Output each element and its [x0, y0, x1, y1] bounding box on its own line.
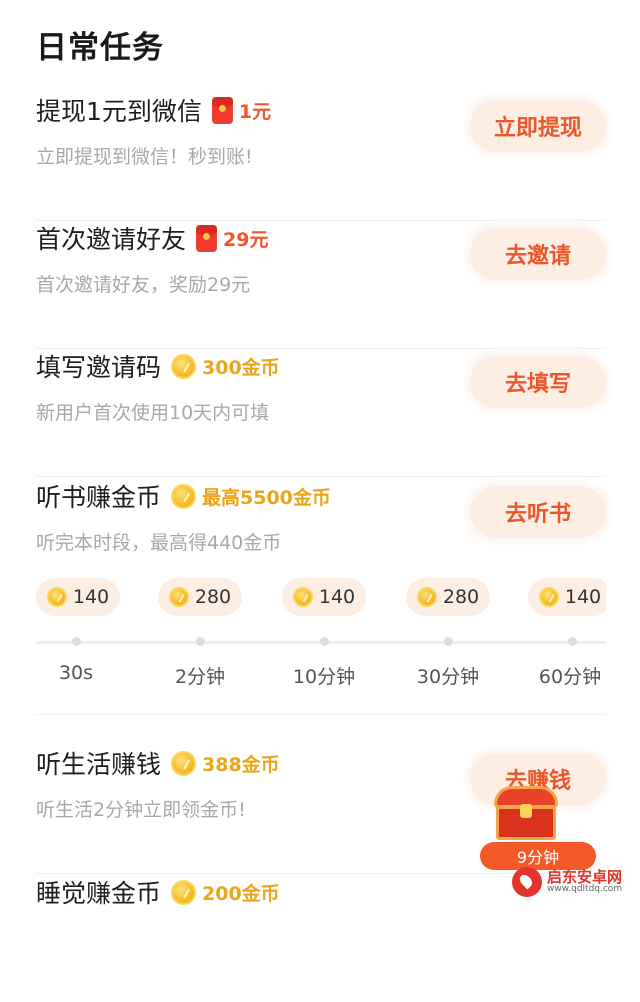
- task-reward-text: 200金币: [202, 882, 280, 905]
- gold-coin-icon: [171, 483, 197, 509]
- timeline-dot: [72, 637, 81, 646]
- task-title: 听书赚金币: [36, 483, 162, 512]
- timeline-coins: 140: [72, 586, 110, 608]
- task-title: 提现1元到微信: [36, 97, 202, 126]
- timeline-coins: 140: [564, 586, 602, 608]
- listen-reward-timeline: 140 30s 280 2分钟 140 10分钟 280 30分钟 140 60…: [36, 574, 606, 715]
- gold-coin-icon: [171, 750, 197, 776]
- task-reward: 29元: [196, 224, 269, 252]
- task-reward-text: 29元: [223, 228, 269, 251]
- task-title: 填写邀请码: [36, 353, 162, 382]
- timeline-reward-pill: 280: [406, 578, 490, 616]
- watermark-name: 启东安卓网: [547, 867, 623, 886]
- gold-coin-icon: [416, 587, 437, 607]
- timeline-reward-pill: 140: [282, 578, 366, 616]
- task-title-row: 睡觉赚金币 200金币: [36, 874, 280, 910]
- timeline-dot: [320, 637, 329, 646]
- gold-coin-icon: [168, 587, 189, 607]
- section-title: 日常任务: [36, 30, 164, 66]
- timeline-coins: 140: [318, 586, 356, 608]
- treasure-chest-icon[interactable]: [494, 786, 558, 842]
- timeline-reward-pill: 280: [158, 578, 242, 616]
- watermark-url: www.qdltdq.com: [547, 884, 623, 895]
- watermark-logo-icon: [512, 867, 542, 897]
- timeline-dot: [444, 637, 453, 646]
- gold-coin-icon: [171, 879, 197, 905]
- task-title: 听生活赚钱: [36, 750, 162, 779]
- task-reward: 最高5500金币: [171, 483, 331, 510]
- listen-book-button[interactable]: 去听书: [470, 486, 606, 538]
- gold-coin-icon: [171, 353, 197, 379]
- timeline-time: 30s: [58, 662, 94, 684]
- timeline-reward-pill: 140: [528, 578, 606, 616]
- task-title-row: 听书赚金币 最高5500金币: [36, 478, 331, 514]
- invite-button[interactable]: 去邀请: [470, 228, 606, 280]
- timeline-dot: [196, 637, 205, 646]
- task-title-row: 听生活赚钱 388金币: [36, 745, 280, 781]
- timeline-time: 30分钟: [416, 666, 480, 688]
- task-reward: 200金币: [171, 879, 280, 906]
- task-reward-text: 300金币: [202, 356, 280, 379]
- timeline-time: 2分钟: [174, 666, 226, 688]
- task-title: 首次邀请好友: [36, 225, 187, 254]
- task-description: 立即提现到微信！秒到账!: [36, 146, 253, 168]
- task-reward: 1元: [211, 96, 272, 124]
- task-description: 听生活2分钟立即领金币!: [36, 799, 246, 821]
- chest-lock: [520, 804, 532, 818]
- fill-code-button[interactable]: 去填写: [470, 356, 606, 408]
- timeline-coins: 280: [442, 586, 480, 608]
- task-description: 新用户首次使用10天内可填: [36, 402, 270, 424]
- task-row-invite-code: 填写邀请码 300金币 新用户首次使用10天内可填 去填写: [36, 348, 606, 477]
- watermark: 启东安卓网 www.qdltdq.com: [512, 862, 640, 902]
- watermark-text: 启东安卓网 www.qdltdq.com: [547, 869, 622, 895]
- red-envelope-icon: [196, 224, 218, 252]
- timeline-reward-pill: 140: [36, 578, 120, 616]
- task-title-row: 首次邀请好友 29元: [36, 220, 268, 256]
- timeline-time: 10分钟: [292, 666, 356, 688]
- gold-coin-icon: [538, 587, 559, 607]
- task-reward: 300金币: [171, 353, 280, 380]
- task-title-row: 提现1元到微信 1元: [36, 92, 271, 128]
- task-title-row: 填写邀请码 300金币: [36, 348, 280, 384]
- task-reward: 388金币: [171, 750, 280, 777]
- timeline-dot: [568, 637, 577, 646]
- task-description: 听完本时段，最高得440金币: [36, 532, 282, 554]
- task-row-invite: 首次邀请好友 29元 首次邀请好友，奖励29元 去邀请: [36, 220, 606, 349]
- withdraw-button[interactable]: 立即提现: [470, 100, 606, 152]
- task-reward-text: 最高5500金币: [202, 486, 331, 509]
- task-reward-text: 388金币: [202, 753, 280, 776]
- gold-coin-icon: [46, 587, 67, 607]
- timeline-time: 60分钟: [538, 666, 602, 688]
- gold-coin-icon: [292, 587, 313, 607]
- task-description: 首次邀请好友，奖励29元: [36, 274, 251, 296]
- task-row-withdraw: 提现1元到微信 1元 立即提现到微信！秒到账! 立即提现: [36, 92, 606, 221]
- red-envelope-icon: [211, 96, 233, 124]
- task-title: 睡觉赚金币: [36, 879, 162, 908]
- task-reward-text: 1元: [238, 100, 272, 123]
- timeline-coins: 280: [194, 586, 232, 608]
